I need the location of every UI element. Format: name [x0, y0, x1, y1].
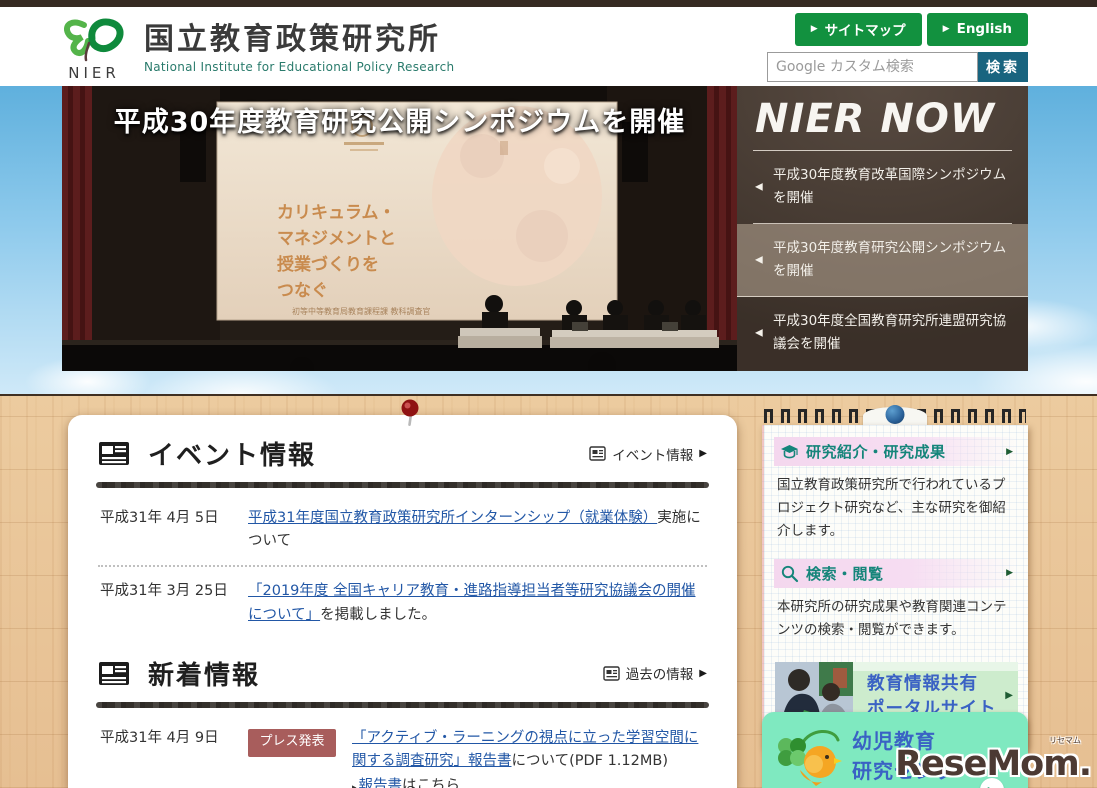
header-nav: ▶ サイトマップ ▶ English	[794, 13, 1028, 46]
english-button-label: English	[956, 21, 1012, 37]
svg-text:カリキュラム・: カリキュラム・	[277, 203, 396, 223]
research-intro-link[interactable]: 研究紹介・研究成果 ▶	[774, 437, 1019, 466]
notepad-spiral-binding	[762, 405, 1028, 425]
newspaper-outline-icon	[589, 446, 606, 461]
svg-text:初等中等教育局教育課程課 教科調査官: 初等中等教育局教育課程課 教科調査官	[292, 306, 431, 316]
event-date: 平成31年 3月 25日	[100, 583, 228, 600]
events-section-header: イベント情報 イベント情報 ▶	[98, 435, 707, 480]
logo-nier-text: NIER	[68, 64, 120, 82]
triangle-right-icon: ▶	[810, 24, 818, 34]
nier-now-panel: NIER NOW ◀ 平成30年度教育改革国際シンポジウムを開催 ◀ 平成30年…	[737, 86, 1028, 371]
news-more-label: 過去の情報	[625, 667, 694, 684]
news-row: 平成31年 4月 9日 プレス発表 「アクティブ・ラーニングの視点に立った学習空…	[96, 714, 709, 788]
triangle-right-icon: ▶	[942, 24, 950, 34]
site-search: 検索	[767, 52, 1028, 82]
portal-line1: 教育情報共有	[867, 673, 978, 694]
clover-bird-logo-icon	[778, 730, 842, 786]
nier-butterfly-logo-icon	[64, 18, 124, 62]
event-content: 平成31年度国立教育政策研究所インターンシップ（就業体験）実施について	[248, 507, 705, 553]
news-content: 「アクティブ・ラーニングの視点に立った学習空間に関する調査研究」報告書について(…	[352, 727, 705, 788]
site-title: 国立教育政策研究所	[144, 22, 441, 57]
event-row: 平成31年 4月 5日 平成31年度国立教育政策研究所インターンシップ（就業体験…	[96, 494, 709, 565]
hero-headline: 平成30年度教育研究公開シンポジウムを開催	[113, 107, 686, 138]
event-link[interactable]: 「2019年度 全国キャリア教育・進路指導担当者等研究協議会の開催について」	[248, 583, 696, 622]
english-button[interactable]: ▶ English	[926, 13, 1028, 46]
nier-now-item-label: 平成30年度全国教育研究所連盟研究協議会を開催	[773, 312, 1007, 352]
section-divider	[96, 701, 709, 708]
site-header: NIER 国立教育政策研究所 National Institute for Ed…	[0, 7, 1097, 86]
triangle-right-icon: ▶	[1005, 689, 1014, 701]
triangle-left-icon: ◀	[755, 181, 763, 193]
search-browse-title: 検索・閲覧	[806, 564, 884, 583]
svg-text:マネジメントと: マネジメントと	[277, 229, 396, 249]
resemom-ruby: リセマム	[1049, 736, 1081, 745]
triangle-left-icon: ◀	[755, 254, 763, 266]
search-input[interactable]	[767, 52, 978, 82]
sitemap-button[interactable]: ▶ サイトマップ	[794, 13, 922, 46]
news-section-title: 新着情報	[120, 655, 286, 700]
svg-text:つなぐ: つなぐ	[277, 281, 328, 301]
triangle-right-icon: ▶	[1006, 446, 1013, 457]
newspaper-outline-icon	[603, 666, 620, 681]
news-date: 平成31年 4月 9日	[100, 729, 219, 746]
search-browse-link[interactable]: 検索・閲覧 ▶	[774, 558, 1019, 588]
hero-photo[interactable]: カリキュラム・ マネジメントと 授業づくりを つなぐ 初等中等教育局教育課程課 …	[62, 86, 737, 371]
triangle-right-icon: ▸	[352, 783, 357, 788]
triangle-right-icon: ▶	[699, 667, 707, 679]
magnifier-icon	[781, 565, 799, 582]
event-link[interactable]: 平成31年度国立教育政策研究所インターンシップ（就業体験）	[248, 510, 657, 526]
report-suffix: はこちら	[402, 778, 461, 788]
site-logo[interactable]: NIER 国立教育政策研究所 National Institute for Ed…	[62, 17, 454, 82]
svg-text:授業づくりを: 授業づくりを	[277, 254, 379, 275]
site-subtitle: National Institute for Educational Polic…	[144, 60, 455, 74]
nier-now-item[interactable]: ◀ 平成30年度全国教育研究所連盟研究協議会を開催	[753, 297, 1012, 369]
triangle-right-icon: ▶	[699, 448, 707, 459]
search-button[interactable]: 検索	[978, 52, 1028, 82]
sitemap-button-label: サイトマップ	[824, 23, 906, 39]
news-subline: ▸報告書はこちら	[352, 775, 705, 788]
resemom-watermark: リセマム ReseMom.	[895, 736, 1092, 784]
event-content: 「2019年度 全国キャリア教育・進路指導担当者等研究協議会の開催について」を掲…	[248, 580, 705, 626]
sidebar-notepad: 研究紹介・研究成果 ▶ 国立教育政策研究所で行われているプロジェクト研究など、主…	[762, 405, 1028, 752]
news-section-header: 新着情報 過去の情報 ▶	[98, 655, 707, 700]
event-row: 平成31年 3月 25日 「2019年度 全国キャリア教育・進路指導担当者等研究…	[96, 567, 709, 638]
search-browse-desc: 本研究所の研究成果や教育関連コンテンツの検索・閲覧ができます。	[777, 598, 1007, 638]
triangle-left-icon: ◀	[755, 327, 763, 339]
press-release-badge: プレス発表	[248, 728, 336, 757]
news-suffix: について(PDF 1.12MB)	[511, 752, 668, 769]
nier-now-item-label: 平成30年度教育改革国際シンポジウムを開催	[773, 167, 1007, 206]
graduation-cap-icon	[781, 445, 798, 459]
events-more-label: イベント情報	[612, 447, 694, 464]
research-intro-title: 研究紹介・研究成果	[806, 443, 946, 461]
nier-now-item[interactable]: ◀ 平成30年度教育改革国際シンポジウムを開催	[753, 151, 1012, 224]
red-pushpin-icon	[401, 399, 419, 426]
nier-now-item-active[interactable]: ◀ 平成30年度教育研究公開シンポジウムを開催	[737, 223, 1028, 297]
notepad-paper: 研究紹介・研究成果 ▶ 国立教育政策研究所で行われているプロジェクト研究など、主…	[762, 425, 1028, 752]
newspaper-icon	[99, 661, 129, 685]
event-date: 平成31年 4月 5日	[100, 510, 219, 526]
top-accent-strip	[0, 0, 1097, 7]
event-suffix: を掲載しました。	[320, 606, 437, 623]
report-link[interactable]: 報告書	[359, 778, 403, 788]
main-content-card: イベント情報 イベント情報 ▶ 平成31年 4月 5日 平成31年度国立教育政策…	[68, 415, 737, 788]
newspaper-icon	[99, 442, 129, 465]
blue-pushpin-icon	[885, 405, 905, 424]
page: NIER 国立教育政策研究所 National Institute for Ed…	[0, 0, 1097, 788]
nier-now-item-label: 平成30年度教育研究公開シンポジウムを開催	[773, 239, 1007, 279]
events-section-title: イベント情報	[120, 435, 342, 480]
news-more-link[interactable]: 過去の情報 ▶	[603, 663, 707, 683]
triangle-right-icon: ▶	[1006, 568, 1013, 579]
research-intro-desc: 国立教育政策研究所で行われているプロジェクト研究など、主な研究を御紹介します。	[777, 477, 1006, 539]
events-more-link[interactable]: イベント情報 ▶	[589, 444, 707, 464]
section-divider	[96, 482, 709, 488]
nier-now-title: NIER NOW	[753, 94, 1012, 151]
